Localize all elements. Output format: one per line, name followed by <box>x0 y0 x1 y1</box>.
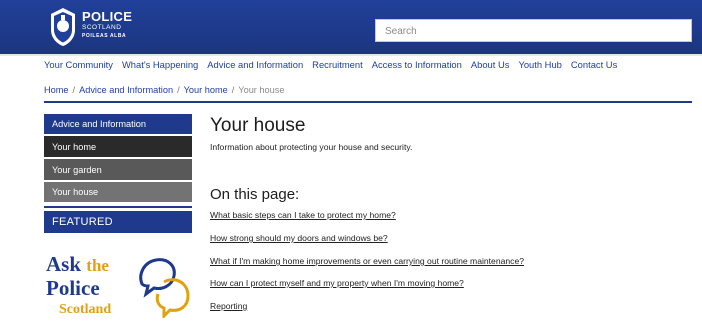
nav-item-contact-us[interactable]: Contact Us <box>571 59 617 73</box>
logo-subtitle: SCOTLAND <box>82 24 122 31</box>
link-reporting[interactable]: Reporting <box>210 301 247 311</box>
nav-item-access-to-information[interactable]: Access to Information <box>372 59 462 73</box>
on-this-page-heading: On this page: <box>210 186 300 203</box>
sidebar-divider <box>44 206 192 208</box>
page-title: Your house <box>210 115 306 136</box>
nav-item-your-community[interactable]: Your Community <box>44 59 113 73</box>
ask-logo-the: the <box>86 256 109 275</box>
breadcrumb-separator: / <box>177 85 180 95</box>
sidebar-item-advice-and-information[interactable]: Advice and Information <box>44 114 192 134</box>
ask-logo-ask: Ask <box>46 252 82 276</box>
breadcrumb-home[interactable]: Home <box>44 85 69 95</box>
ask-logo-line1: Ask the <box>46 252 109 277</box>
breadcrumb: Home / Advice and Information / Your home / Yo… <box>44 85 284 95</box>
breadcrumb-separator: / <box>72 85 76 95</box>
link-doors-windows[interactable]: How strong should my doors and windows b… <box>210 233 388 243</box>
sidebar-item-your-home[interactable]: Your home <box>44 136 192 157</box>
sidebar-item-your-house[interactable]: Your house <box>44 182 192 202</box>
nav-item-recruitment[interactable]: Recruitment <box>312 59 363 73</box>
sidebar-item-your-garden[interactable]: Your garden <box>44 159 192 180</box>
ask-logo-scotland: Scotland <box>59 302 112 317</box>
site-header: POLICE SCOTLAND POILEAS ALBA Search <box>0 0 702 56</box>
breadcrumb-your-home[interactable]: Your home <box>184 85 228 95</box>
ask-logo-police: Police <box>46 276 100 300</box>
link-moving-home[interactable]: How can I protect myself and my property… <box>210 278 464 288</box>
breadcrumb-current: Your house <box>238 85 285 95</box>
nav-item-youth-hub[interactable]: Youth Hub <box>518 59 561 73</box>
site-logo[interactable]: POLICE SCOTLAND POILEAS ALBA <box>82 10 132 39</box>
ask-the-police-logo[interactable]: Ask the Police Scotland <box>46 252 196 324</box>
page-intro: Information about protecting your house … <box>210 142 413 152</box>
nav-item-advice-and-information[interactable]: Advice and Information <box>207 59 303 73</box>
featured-heading: FEATURED <box>44 211 192 233</box>
main-nav: Your Community What's Happening Advice a… <box>44 59 617 73</box>
police-crest-icon[interactable] <box>48 6 78 48</box>
breadcrumb-advice[interactable]: Advice and Information <box>79 85 173 95</box>
search-input[interactable]: Search <box>375 19 692 42</box>
link-home-improvements[interactable]: What if I'm making home improvements or … <box>210 256 524 266</box>
speech-bubbles-icon <box>139 258 190 318</box>
nav-item-whats-happening[interactable]: What's Happening <box>122 59 198 73</box>
nav-item-about-us[interactable]: About Us <box>471 59 510 73</box>
logo-gaelic: POILEAS ALBA <box>82 32 127 39</box>
breadcrumb-divider <box>44 101 692 103</box>
breadcrumb-separator: / <box>231 85 235 95</box>
link-basic-steps[interactable]: What basic steps can I take to protect m… <box>210 210 396 220</box>
logo-title: POLICE <box>82 9 133 24</box>
